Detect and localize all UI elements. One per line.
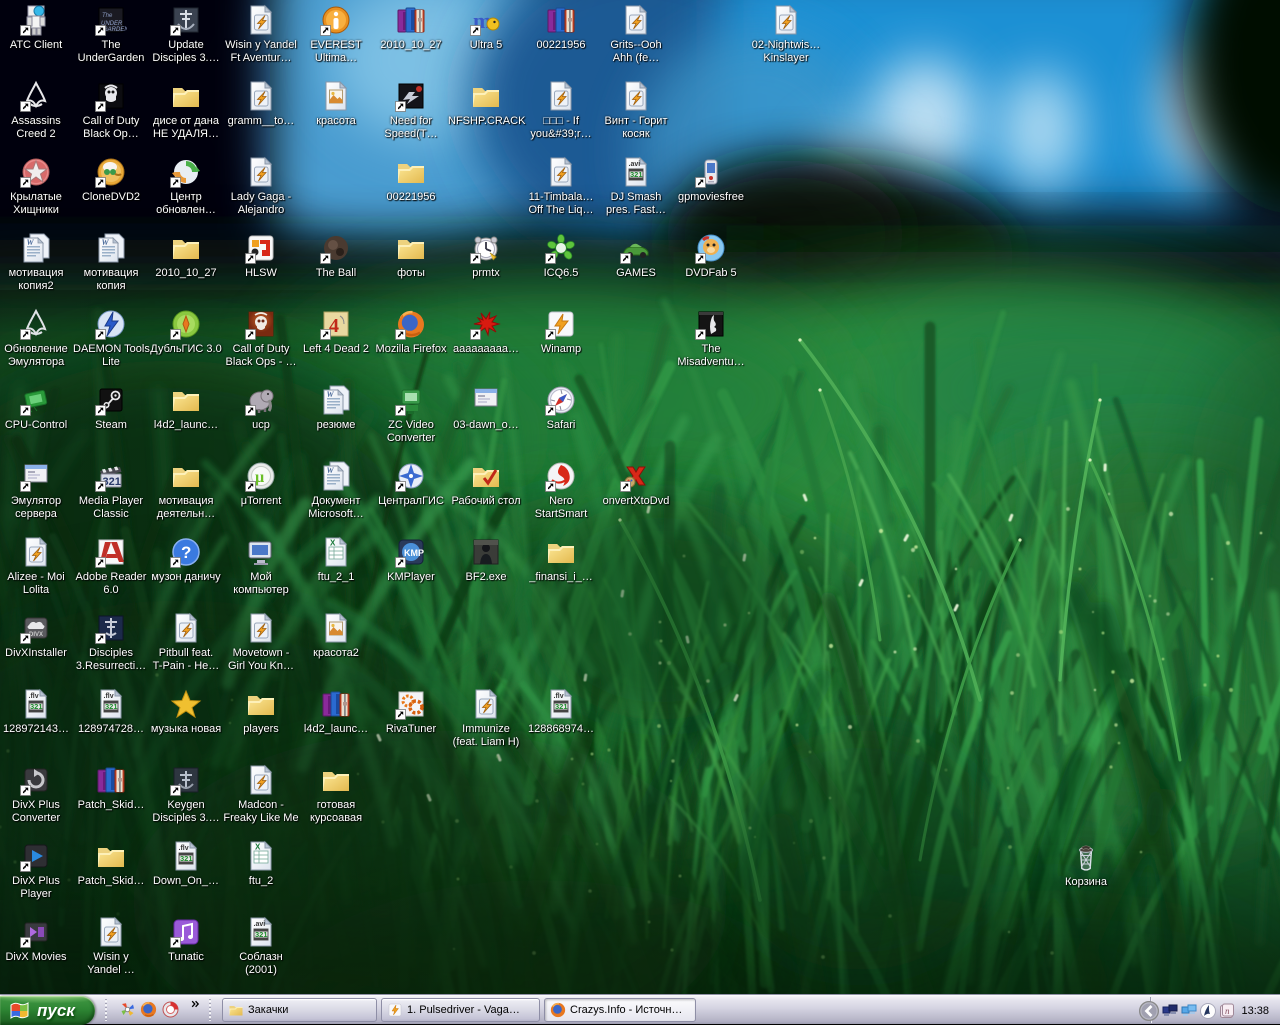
svg-text:µ: µ [255,469,264,486]
svg-text:The: The [102,13,113,19]
svg-text:n: n [1225,1006,1230,1016]
svg-text:DIVX: DIVX [29,632,43,638]
svg-text:?: ? [181,543,191,562]
svg-text:GARDEN: GARDEN [103,27,127,33]
svg-text:KMP: KMP [404,548,424,558]
